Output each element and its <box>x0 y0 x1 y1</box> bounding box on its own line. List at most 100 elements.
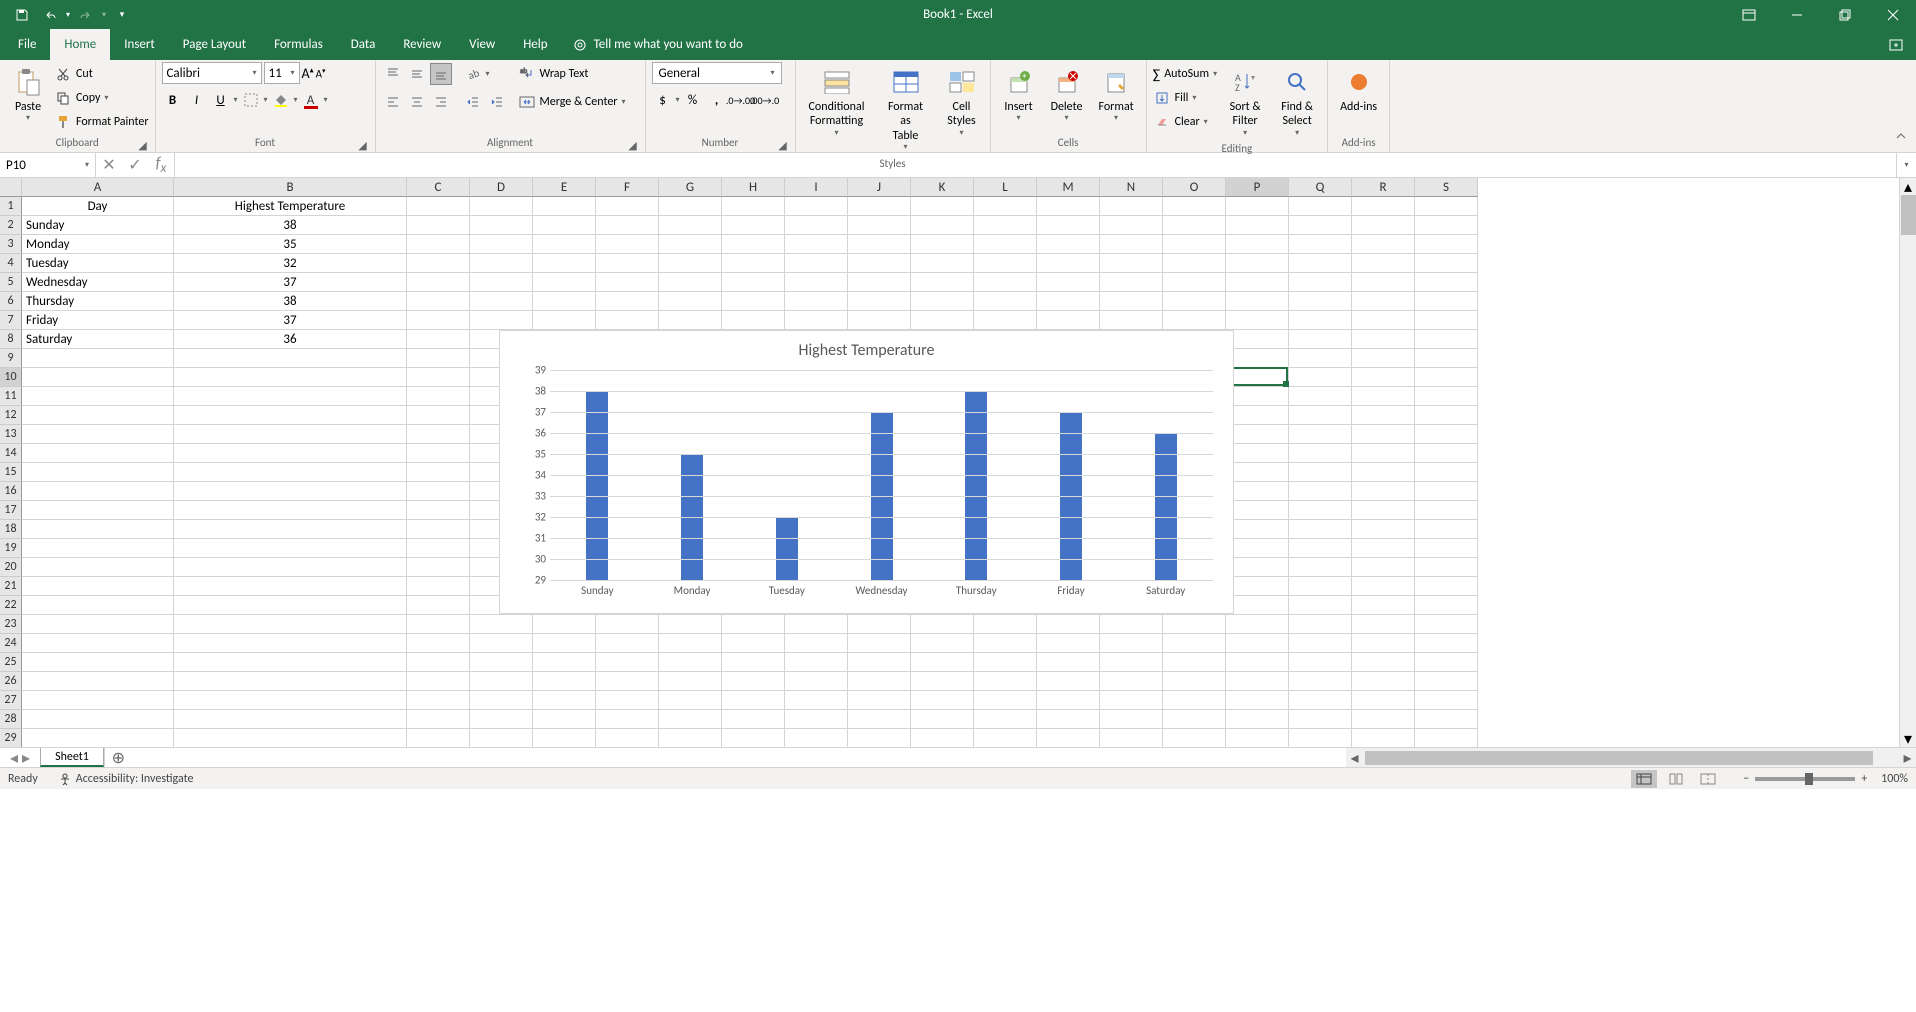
cell-S3[interactable] <box>1415 235 1478 254</box>
cell-R23[interactable] <box>1352 615 1415 634</box>
cell-Q18[interactable] <box>1289 520 1352 539</box>
cell-P17[interactable] <box>1226 501 1289 520</box>
redo-button[interactable] <box>74 4 98 26</box>
cell-F28[interactable] <box>596 710 659 729</box>
cancel-formula-button[interactable]: ✕ <box>96 155 122 175</box>
cell-B28[interactable] <box>174 710 407 729</box>
cell-Q13[interactable] <box>1289 425 1352 444</box>
cell-J23[interactable] <box>848 615 911 634</box>
insert-cells-button[interactable]: + Insert▾ <box>997 62 1041 128</box>
cell-Q5[interactable] <box>1289 273 1352 292</box>
cell-A21[interactable] <box>22 577 174 596</box>
tab-review[interactable]: Review <box>389 29 455 60</box>
cell-N23[interactable] <box>1100 615 1163 634</box>
cell-C13[interactable] <box>407 425 470 444</box>
autosum-button[interactable]: ∑AutoSum▾ <box>1153 62 1217 86</box>
cell-E4[interactable] <box>533 254 596 273</box>
cell-Q3[interactable] <box>1289 235 1352 254</box>
cell-J26[interactable] <box>848 672 911 691</box>
cell-S22[interactable] <box>1415 596 1478 615</box>
cell-P29[interactable] <box>1226 729 1289 747</box>
cell-S18[interactable] <box>1415 520 1478 539</box>
cell-Q28[interactable] <box>1289 710 1352 729</box>
cell-N26[interactable] <box>1100 672 1163 691</box>
cell-R21[interactable] <box>1352 577 1415 596</box>
cell-A17[interactable] <box>22 501 174 520</box>
column-header-L[interactable]: L <box>974 178 1037 197</box>
cell-H4[interactable] <box>722 254 785 273</box>
cell-K7[interactable] <box>911 311 974 330</box>
orientation-button[interactable]: ab <box>462 63 484 85</box>
cell-Q12[interactable] <box>1289 406 1352 425</box>
name-box[interactable]: P10▾ <box>0 153 96 177</box>
cell-L5[interactable] <box>974 273 1037 292</box>
cell-P24[interactable] <box>1226 634 1289 653</box>
cell-L3[interactable] <box>974 235 1037 254</box>
cell-S25[interactable] <box>1415 653 1478 672</box>
cell-B7[interactable]: 37 <box>174 311 407 330</box>
cell-A28[interactable] <box>22 710 174 729</box>
cell-K27[interactable] <box>911 691 974 710</box>
cell-O25[interactable] <box>1163 653 1226 672</box>
cell-O23[interactable] <box>1163 615 1226 634</box>
italic-button[interactable]: I <box>186 89 208 111</box>
conditional-formatting-button[interactable]: ConditionalFormatting▾ <box>802 62 872 142</box>
cell-N25[interactable] <box>1100 653 1163 672</box>
cell-S15[interactable] <box>1415 463 1478 482</box>
cell-M24[interactable] <box>1037 634 1100 653</box>
cell-R5[interactable] <box>1352 273 1415 292</box>
row-header-13[interactable]: 13 <box>0 425 22 444</box>
cell-H26[interactable] <box>722 672 785 691</box>
tab-view[interactable]: View <box>455 29 509 60</box>
cell-L28[interactable] <box>974 710 1037 729</box>
cell-R19[interactable] <box>1352 539 1415 558</box>
zoom-in-button[interactable]: + <box>1861 772 1867 786</box>
cell-P8[interactable] <box>1226 330 1289 349</box>
cell-R6[interactable] <box>1352 292 1415 311</box>
cell-N7[interactable] <box>1100 311 1163 330</box>
underline-dropdown[interactable]: ▾ <box>234 95 238 105</box>
cell-M3[interactable] <box>1037 235 1100 254</box>
cell-D5[interactable] <box>470 273 533 292</box>
cell-R8[interactable] <box>1352 330 1415 349</box>
cell-C16[interactable] <box>407 482 470 501</box>
underline-button[interactable]: U <box>210 89 232 111</box>
cell-Q14[interactable] <box>1289 444 1352 463</box>
cell-B8[interactable]: 36 <box>174 330 407 349</box>
number-launcher[interactable]: ◢ <box>777 139 789 151</box>
cell-O7[interactable] <box>1163 311 1226 330</box>
align-center-button[interactable] <box>406 91 428 113</box>
cell-R9[interactable] <box>1352 349 1415 368</box>
cell-R22[interactable] <box>1352 596 1415 615</box>
ribbon-display-options[interactable] <box>1726 0 1772 29</box>
cell-Q21[interactable] <box>1289 577 1352 596</box>
cell-R28[interactable] <box>1352 710 1415 729</box>
cell-R11[interactable] <box>1352 387 1415 406</box>
cell-G6[interactable] <box>659 292 722 311</box>
row-header-18[interactable]: 18 <box>0 520 22 539</box>
cell-Q7[interactable] <box>1289 311 1352 330</box>
cell-E28[interactable] <box>533 710 596 729</box>
minimize-button[interactable] <box>1774 0 1820 29</box>
cell-Q16[interactable] <box>1289 482 1352 501</box>
increase-indent-button[interactable] <box>486 91 508 113</box>
expand-formula-bar-button[interactable]: ▾ <box>1896 153 1916 177</box>
accessibility-status[interactable]: Accessibility: Investigate <box>58 772 194 786</box>
cell-B18[interactable] <box>174 520 407 539</box>
row-header-29[interactable]: 29 <box>0 729 22 747</box>
cell-B9[interactable] <box>174 349 407 368</box>
borders-dropdown[interactable]: ▾ <box>264 95 268 105</box>
redo-dropdown[interactable]: ▾ <box>102 10 106 20</box>
cell-M26[interactable] <box>1037 672 1100 691</box>
cell-R7[interactable] <box>1352 311 1415 330</box>
cell-G3[interactable] <box>659 235 722 254</box>
cell-B29[interactable] <box>174 729 407 747</box>
cell-C1[interactable] <box>407 197 470 216</box>
clipboard-launcher[interactable]: ◢ <box>137 139 149 151</box>
row-header-8[interactable]: 8 <box>0 330 22 349</box>
cell-R2[interactable] <box>1352 216 1415 235</box>
tab-page-layout[interactable]: Page Layout <box>169 29 260 60</box>
cell-A19[interactable] <box>22 539 174 558</box>
cell-O24[interactable] <box>1163 634 1226 653</box>
align-left-button[interactable] <box>382 91 404 113</box>
